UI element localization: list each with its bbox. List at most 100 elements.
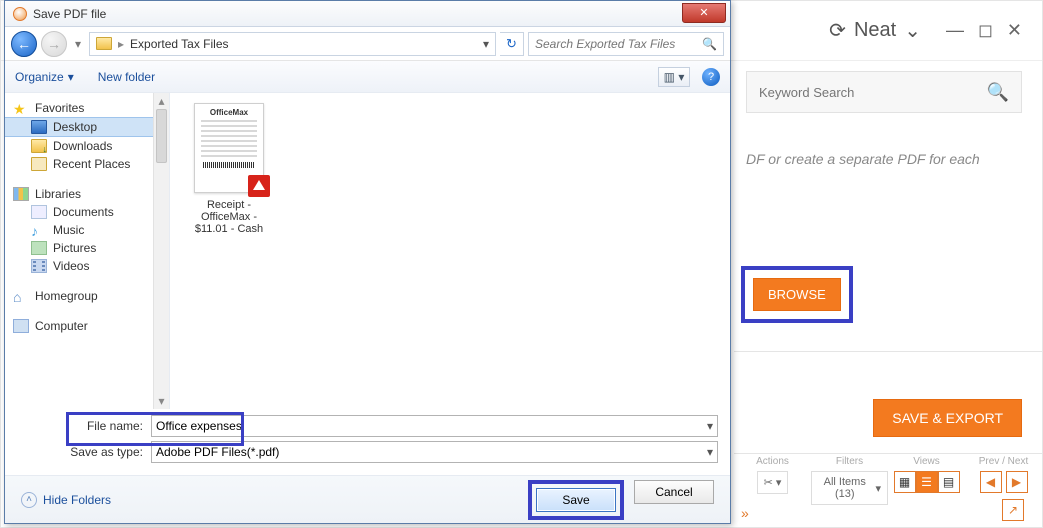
window-controls: — ◻ ✕ (946, 20, 1022, 41)
savetype-label: Save as type: (69, 445, 143, 459)
sync-brand[interactable]: ⟳ Neat ⌄ (829, 18, 921, 43)
tree-homegroup[interactable]: ⌂Homegroup (5, 287, 169, 305)
tree-videos[interactable]: Videos (5, 257, 169, 275)
brand-text: Neat (854, 19, 896, 42)
filename-combo[interactable]: ▾ (151, 415, 718, 437)
keyword-search-input[interactable] (759, 85, 987, 100)
view-grid-large[interactable]: ▦ (894, 471, 916, 493)
savetype-dropdown[interactable]: ▾ (707, 445, 713, 459)
videos-icon (31, 259, 47, 273)
file-label-line2: OfficeMax - (184, 211, 274, 223)
view-grid-small[interactable]: ▤ (938, 471, 960, 493)
tree-music[interactable]: ♪Music (5, 221, 169, 239)
cancel-button[interactable]: Cancel (634, 480, 714, 504)
scroll-up[interactable]: ▴ (154, 93, 169, 109)
filename-input[interactable] (156, 419, 707, 433)
actions-menu[interactable]: ✂ ▾ (757, 471, 789, 494)
nav-back-button[interactable]: ← (11, 31, 37, 57)
strip-prevnext-label: Prev / Next (965, 456, 1042, 467)
dialog-title: Save PDF file (33, 7, 682, 21)
strip-filters-label: Filters (811, 456, 888, 467)
tree-desktop[interactable]: Desktop (5, 117, 169, 137)
save-export-button[interactable]: SAVE & EXPORT (873, 399, 1022, 437)
sync-icon: ⟳ (829, 18, 846, 43)
tree-computer[interactable]: Computer (5, 317, 169, 335)
file-item[interactable]: OfficeMax Receipt - OfficeMax - $11.01 -… (184, 103, 274, 235)
downloads-icon (31, 139, 47, 153)
dialog-fields: File name: ▾ Save as type: ▾ (5, 409, 730, 475)
save-button[interactable]: Save (536, 488, 616, 512)
breadcrumb-sep: ▸ (118, 37, 124, 51)
folder-icon (96, 37, 112, 50)
tree-libraries[interactable]: Libraries (5, 185, 169, 203)
tree-favorites[interactable]: ★Favorites (5, 99, 169, 117)
hide-folders-toggle[interactable]: ˄ Hide Folders (21, 492, 111, 508)
bottom-strip: Actions ✂ ▾ Filters All Items (13) ▾ Vie… (734, 453, 1042, 501)
file-label-line1: Receipt - (184, 199, 274, 211)
scroll-thumb[interactable] (156, 109, 167, 163)
search-icon[interactable]: 🔍 (702, 37, 717, 51)
browse-button[interactable]: BROWSE (753, 278, 841, 311)
documents-icon (31, 205, 47, 219)
tree-scrollbar[interactable]: ▴ ▾ (153, 93, 169, 409)
dialog-footer: ˄ Hide Folders Save Cancel (5, 475, 730, 523)
dialog-search-input[interactable] (535, 37, 702, 51)
new-folder-button[interactable]: New folder (98, 70, 155, 84)
filters-dropdown[interactable]: All Items (13) ▾ (811, 471, 888, 505)
filename-highlight: File name: ▾ (69, 415, 718, 437)
prev-button[interactable]: ◀ (980, 471, 1002, 493)
recent-icon (31, 157, 47, 171)
dialog-body: ★Favorites Desktop Downloads Recent Plac… (5, 93, 730, 409)
savetype-combo[interactable]: ▾ (151, 441, 718, 463)
star-icon: ★ (13, 101, 29, 115)
scroll-down[interactable]: ▾ (154, 393, 169, 409)
close-button[interactable]: ✕ (1007, 20, 1022, 41)
save-highlight: Save (528, 480, 624, 520)
chevron-down-icon: ▾ (68, 70, 74, 84)
minimize-button[interactable]: — (946, 20, 964, 41)
file-list[interactable]: OfficeMax Receipt - OfficeMax - $11.01 -… (170, 93, 730, 409)
strip-actions-label: Actions (734, 456, 811, 467)
strip-views-label: Views (888, 456, 965, 467)
keyword-search-wrap: 🔍 (746, 71, 1022, 113)
nav-forward-button[interactable]: → (41, 31, 67, 57)
filename-label: File name: (69, 419, 143, 433)
organize-menu[interactable]: Organize ▾ (15, 70, 74, 84)
pictures-icon (31, 241, 47, 255)
views-group: ▦ ☰ ▤ (894, 471, 960, 493)
tree-recent[interactable]: Recent Places (5, 155, 169, 173)
nav-tree: ★Favorites Desktop Downloads Recent Plac… (5, 93, 170, 409)
search-icon[interactable]: 🔍 (987, 82, 1009, 103)
nav-history-dropdown[interactable]: ▾ (71, 31, 85, 57)
filename-dropdown[interactable]: ▾ (707, 419, 713, 433)
tree-documents[interactable]: Documents (5, 203, 169, 221)
breadcrumb-current[interactable]: Exported Tax Files (130, 37, 229, 51)
refresh-button[interactable]: ↻ (500, 32, 524, 56)
file-label-line3: $11.01 - Cash (184, 223, 274, 235)
save-pdf-dialog: Save PDF file ✕ ← → ▾ ▸ Exported Tax Fil… (4, 0, 731, 524)
popout-icon[interactable]: ↗ (1002, 499, 1024, 521)
tree-downloads[interactable]: Downloads (5, 137, 169, 155)
savetype-input[interactable] (156, 445, 707, 459)
dialog-titlebar: Save PDF file ✕ (5, 1, 730, 27)
music-icon: ♪ (31, 223, 47, 237)
next-button[interactable]: ▶ (1006, 471, 1028, 493)
view-list[interactable]: ☰ (916, 471, 938, 493)
address-bar[interactable]: ▸ Exported Tax Files ▾ (89, 32, 496, 56)
dialog-toolbar: Organize ▾ New folder ▥ ▾ ? (5, 61, 730, 93)
collapse-panel-icon[interactable]: » (741, 505, 749, 521)
file-thumbnail: OfficeMax (194, 103, 264, 193)
computer-icon (13, 319, 29, 333)
address-dropdown[interactable]: ▾ (483, 37, 489, 51)
maximize-button[interactable]: ◻ (978, 20, 993, 41)
save-export-wrap: SAVE & EXPORT (873, 399, 1022, 437)
help-button[interactable]: ? (702, 68, 720, 86)
background-hint-text: DF or create a separate PDF for each (746, 151, 1012, 167)
keyword-search[interactable]: 🔍 (746, 71, 1022, 113)
tree-pictures[interactable]: Pictures (5, 239, 169, 257)
libraries-icon (13, 187, 29, 201)
dialog-close-button[interactable]: ✕ (682, 3, 726, 23)
dialog-search[interactable]: 🔍 (528, 32, 724, 56)
homegroup-icon: ⌂ (13, 289, 29, 303)
view-mode-button[interactable]: ▥ ▾ (658, 67, 690, 87)
